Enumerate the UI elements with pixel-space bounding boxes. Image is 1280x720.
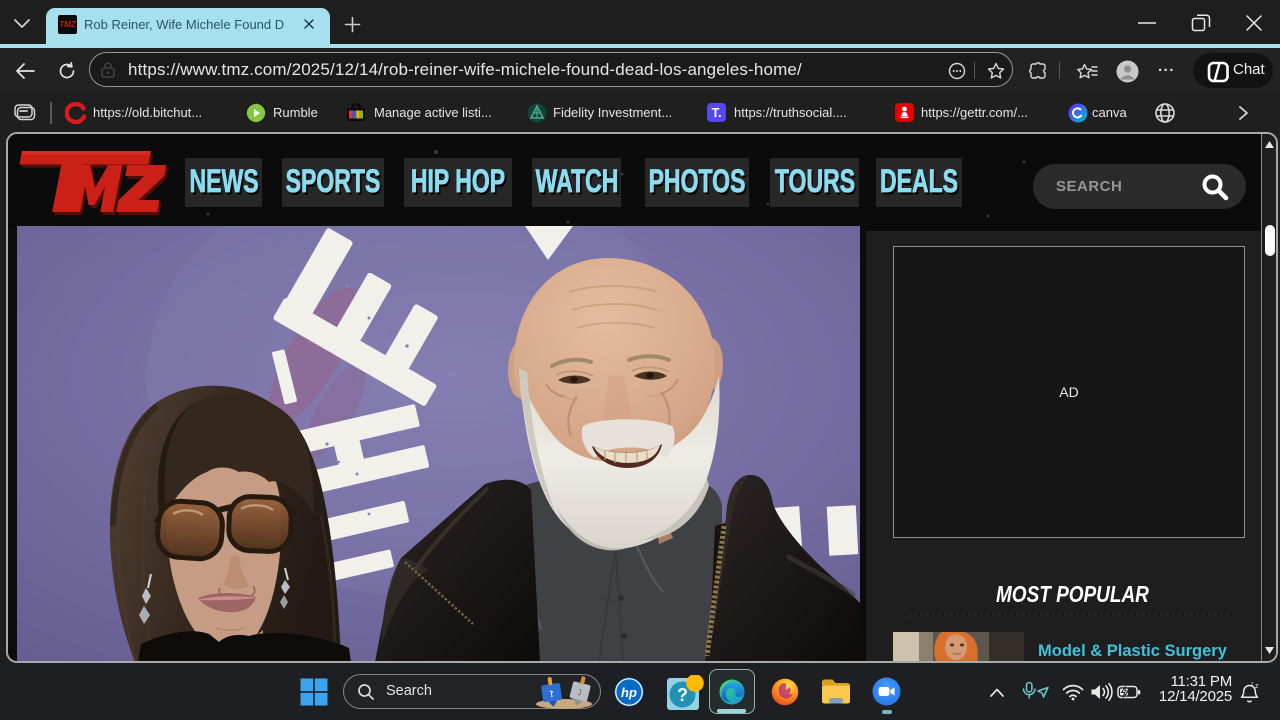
svg-text:z: z bbox=[1255, 683, 1259, 690]
svg-text:hp: hp bbox=[621, 685, 637, 700]
svg-text:?: ? bbox=[677, 685, 688, 705]
